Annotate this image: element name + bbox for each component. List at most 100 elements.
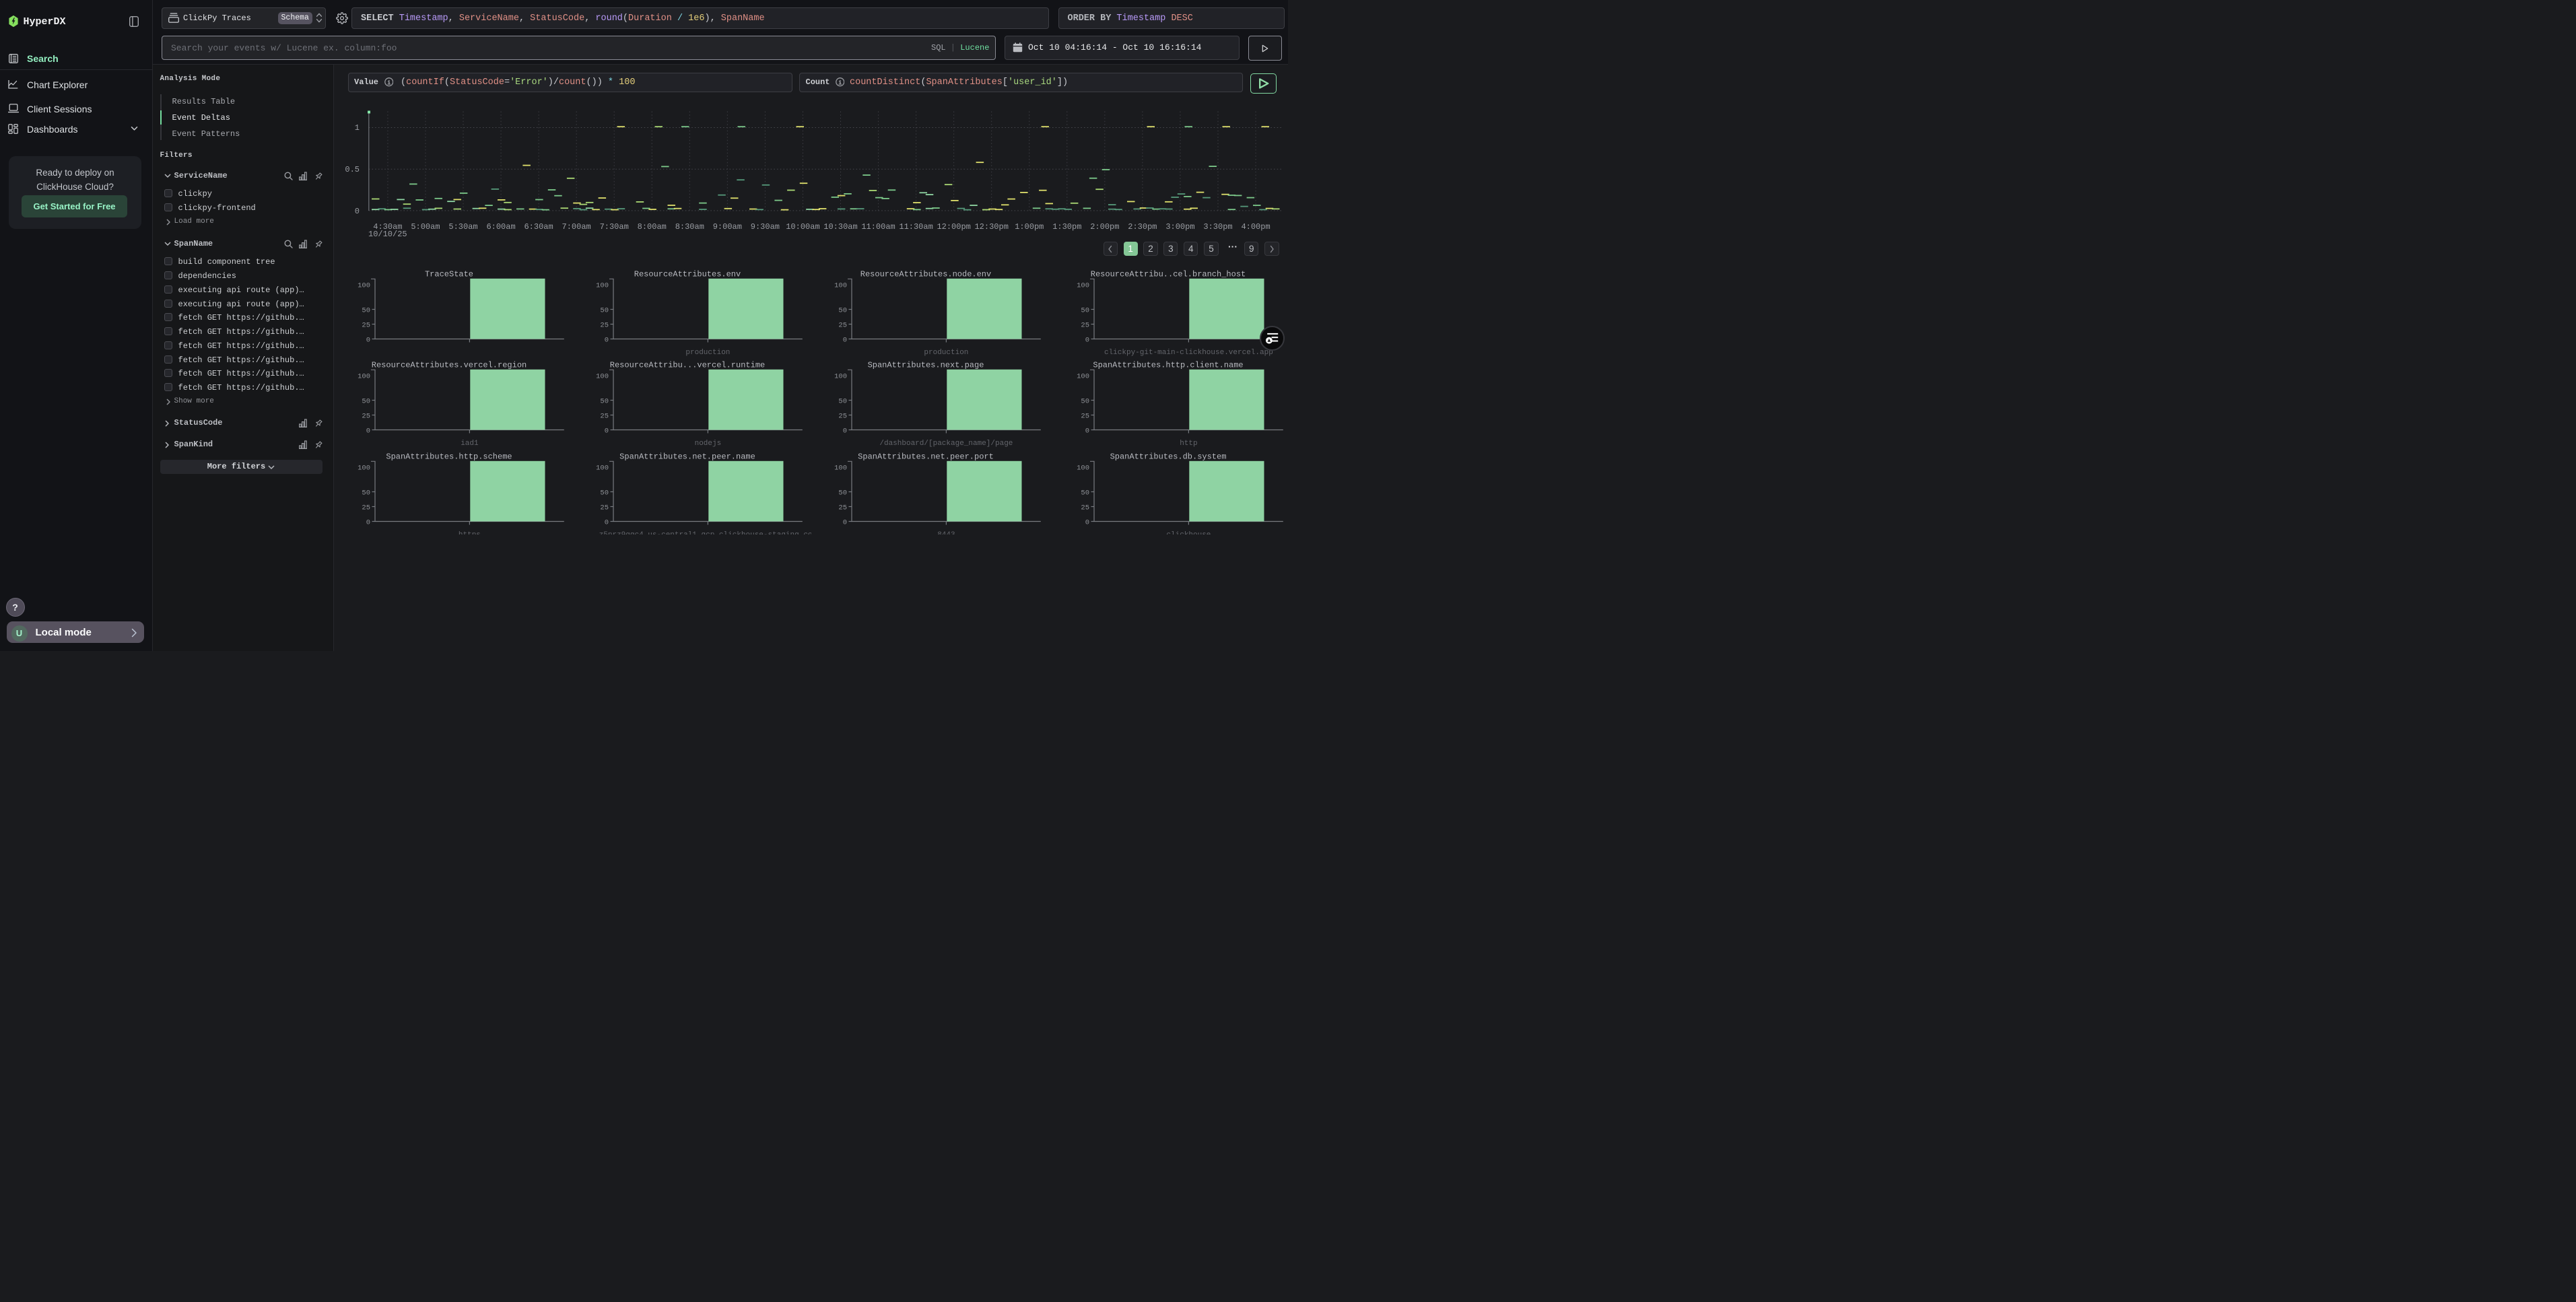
svg-text:50: 50	[362, 489, 370, 497]
svg-text:0: 0	[1085, 518, 1089, 526]
svg-text:100: 100	[1077, 281, 1089, 289]
svg-text:25: 25	[1081, 321, 1089, 329]
svg-text:0: 0	[366, 427, 370, 436]
svg-text:8:00am: 8:00am	[637, 222, 666, 232]
svg-text:100: 100	[358, 281, 370, 289]
svg-text:z5prz9ggc4.us-central1.gcp.cli: z5prz9ggc4.us-central1.gcp.clickhouse-st…	[599, 531, 811, 535]
svg-text:0: 0	[366, 518, 370, 526]
svg-text:100: 100	[596, 464, 609, 472]
svg-text:clickhouse: clickhouse	[1166, 531, 1211, 535]
svg-text:100: 100	[834, 281, 847, 289]
svg-text:ResourceAttributes.node.env: ResourceAttributes.node.env	[860, 269, 991, 279]
svg-text:25: 25	[1081, 413, 1089, 421]
svg-text:0: 0	[366, 336, 370, 344]
svg-text:6:30am: 6:30am	[524, 222, 553, 232]
svg-text:50: 50	[839, 398, 848, 406]
svg-text:8443: 8443	[937, 531, 955, 535]
svg-text:25: 25	[600, 504, 609, 512]
svg-text:7:30am: 7:30am	[599, 222, 628, 232]
svg-text:9:00am: 9:00am	[712, 222, 741, 232]
svg-text:100: 100	[358, 464, 370, 472]
svg-text:1: 1	[354, 123, 359, 133]
svg-text:http: http	[1180, 440, 1197, 448]
svg-text:100: 100	[834, 373, 847, 381]
svg-text:1:30pm: 1:30pm	[1052, 222, 1081, 232]
svg-text:11:30am: 11:30am	[899, 222, 933, 232]
svg-text:0: 0	[605, 336, 609, 344]
svg-text:SpanAttributes.db.system: SpanAttributes.db.system	[1110, 452, 1226, 461]
svg-text:0: 0	[843, 427, 847, 436]
svg-text:ResourceAttributes.env: ResourceAttributes.env	[634, 269, 741, 279]
svg-text:0: 0	[1085, 336, 1089, 344]
svg-text:clickpy-git-main-clickhouse.ve: clickpy-git-main-clickhouse.vercel.app	[1104, 349, 1273, 357]
svg-text:TraceState: TraceState	[424, 269, 473, 279]
svg-text:SpanAttributes.net.peer.name: SpanAttributes.net.peer.name	[619, 452, 755, 461]
svg-text:8:30am: 8:30am	[675, 222, 704, 232]
svg-text:25: 25	[362, 413, 370, 421]
svg-text:https: https	[458, 531, 480, 535]
svg-text:25: 25	[1081, 504, 1089, 512]
svg-text:ResourceAttribu...vercel.runti: ResourceAttribu...vercel.runtime	[610, 361, 765, 370]
svg-text:100: 100	[596, 373, 609, 381]
svg-text:6:00am: 6:00am	[486, 222, 515, 232]
svg-text:100: 100	[596, 281, 609, 289]
svg-text:50: 50	[839, 306, 848, 314]
svg-text:SpanAttributes.net.peer.port: SpanAttributes.net.peer.port	[858, 452, 994, 461]
svg-text:0: 0	[605, 518, 609, 526]
svg-text:50: 50	[362, 398, 370, 406]
svg-text:0: 0	[843, 518, 847, 526]
svg-text:5:00am: 5:00am	[411, 222, 440, 232]
svg-text:i: i	[838, 79, 842, 86]
svg-text:0: 0	[843, 336, 847, 344]
svg-text:/dashboard/[package_name]/page: /dashboard/[package_name]/page	[880, 440, 1013, 448]
svg-text:12:30pm: 12:30pm	[974, 222, 1008, 232]
svg-text:production: production	[685, 349, 730, 357]
svg-text:50: 50	[600, 306, 609, 314]
svg-text:25: 25	[362, 321, 370, 329]
svg-text:50: 50	[1081, 398, 1089, 406]
svg-text:11:00am: 11:00am	[861, 222, 895, 232]
svg-text:2:30pm: 2:30pm	[1128, 222, 1157, 232]
svg-text:25: 25	[839, 504, 848, 512]
svg-text:100: 100	[1077, 373, 1089, 381]
svg-text:50: 50	[600, 398, 609, 406]
svg-text:9:30am: 9:30am	[750, 222, 779, 232]
svg-text:100: 100	[358, 373, 370, 381]
svg-text:50: 50	[362, 306, 370, 314]
svg-text:iad1: iad1	[461, 440, 479, 448]
svg-text:1:00pm: 1:00pm	[1015, 222, 1044, 232]
svg-text:3:30pm: 3:30pm	[1203, 222, 1232, 232]
svg-text:0.5: 0.5	[345, 165, 360, 174]
svg-text:7:00am: 7:00am	[562, 222, 590, 232]
svg-text:50: 50	[1081, 489, 1089, 497]
svg-text:50: 50	[839, 489, 848, 497]
svg-text:25: 25	[839, 413, 848, 421]
svg-text:10/10/25: 10/10/25	[368, 230, 407, 239]
svg-text:50: 50	[600, 489, 609, 497]
svg-text:0: 0	[1085, 427, 1089, 436]
svg-text:4:00pm: 4:00pm	[1241, 222, 1270, 232]
svg-text:5:30am: 5:30am	[448, 222, 477, 232]
svg-text:i: i	[387, 79, 391, 86]
svg-text:2:00pm: 2:00pm	[1090, 222, 1119, 232]
svg-text:SpanAttributes.next.page: SpanAttributes.next.page	[868, 361, 984, 370]
svg-text:25: 25	[362, 504, 370, 512]
svg-text:ResourceAttributes.vercel.regi: ResourceAttributes.vercel.region	[371, 361, 526, 370]
svg-text:100: 100	[834, 464, 847, 472]
svg-text:0: 0	[605, 427, 609, 436]
svg-text:25: 25	[839, 321, 848, 329]
svg-text:3:00pm: 3:00pm	[1165, 222, 1194, 232]
svg-text:25: 25	[600, 321, 609, 329]
svg-text:production: production	[924, 349, 969, 357]
svg-text:10:30am: 10:30am	[823, 222, 857, 232]
svg-text:25: 25	[600, 413, 609, 421]
svg-text:12:00pm: 12:00pm	[937, 222, 970, 232]
svg-text:50: 50	[1081, 306, 1089, 314]
svg-text:100: 100	[1077, 464, 1089, 472]
svg-text:0: 0	[354, 207, 359, 216]
svg-text:10:00am: 10:00am	[786, 222, 819, 232]
svg-text:SpanAttributes.http.scheme: SpanAttributes.http.scheme	[386, 452, 512, 461]
svg-text:nodejs: nodejs	[694, 440, 721, 448]
svg-text:ResourceAttribu..cel.branch_ho: ResourceAttribu..cel.branch_host	[1091, 269, 1246, 279]
svg-text:SpanAttributes.http.client.nam: SpanAttributes.http.client.name	[1093, 361, 1243, 370]
